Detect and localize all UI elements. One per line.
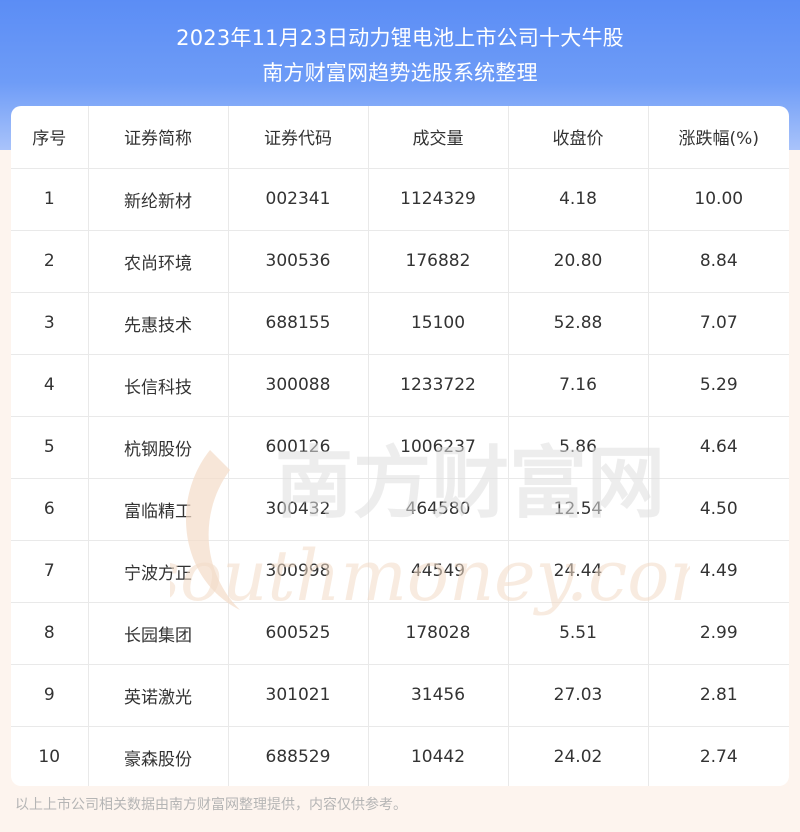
table-row: 7 宁波方正 300998 44549 24.44 4.49	[11, 540, 789, 603]
table-cell: 2.99	[648, 602, 789, 665]
table-cell: 5.29	[648, 354, 789, 417]
table-cell: 1233722	[368, 354, 509, 417]
table-cell: 2.81	[648, 664, 789, 727]
table-cell: 7.16	[508, 354, 649, 417]
table-cell: 4.49	[648, 540, 789, 603]
table-cell: 1	[11, 168, 89, 231]
table-cell: 52.88	[508, 292, 649, 355]
table-cell: 4.50	[648, 478, 789, 541]
stock-table: 序号 证券简称 证券代码 成交量 收盘价 涨跌幅(%) 1 新纶新材 002341 1…	[11, 106, 789, 786]
table-cell: 4.18	[508, 168, 649, 231]
table-cell: 600525	[228, 602, 369, 665]
table-cell: 15100	[368, 292, 509, 355]
column-header: 涨跌幅(%)	[648, 106, 789, 169]
table-cell: 178028	[368, 602, 509, 665]
table-cell: 4	[11, 354, 89, 417]
table-cell: 2.74	[699, 747, 738, 768]
table-row: 10 豪森股份 688529 10442 24.02 2.74	[11, 726, 789, 786]
table-row: 6 富临精工 300432 464580 12.54 4.50	[11, 478, 789, 541]
table-cell: 10442	[368, 726, 509, 786]
table-cell: 4.64	[648, 416, 789, 479]
table-row: 3 先惠技术 688155 15100 52.88 7.07	[11, 292, 789, 355]
table-header-row: 序号 证券简称 证券代码 成交量 收盘价 涨跌幅(%)	[11, 106, 789, 169]
table-cell: 24.02	[508, 726, 649, 786]
table-cell: 5	[11, 416, 89, 479]
column-header: 序号	[11, 106, 89, 169]
table-cell: 长园集团	[88, 602, 229, 665]
table-cell: 300998	[228, 540, 369, 603]
column-header: 收盘价	[508, 106, 649, 169]
table-cell: 宁波方正	[88, 540, 229, 603]
table-cell: 8	[11, 602, 89, 665]
table-cell: 301021	[228, 664, 369, 727]
table-cell: 6	[11, 478, 89, 541]
table-card: 序号 证券简称 证券代码 成交量 收盘价 涨跌幅(%) 1 新纶新材 002341 1…	[11, 106, 789, 786]
table-cell: 300432	[228, 478, 369, 541]
table-cell: 44549	[368, 540, 509, 603]
footer-note: 以上上市公司相关数据由南方财富网整理提供，内容仅供参考。	[15, 797, 407, 813]
table-cell: 176882	[368, 230, 509, 293]
table-cell: 600126	[228, 416, 369, 479]
page-title: 2023年11月23日动力锂电池上市公司十大牛股	[176, 26, 624, 50]
table-cell: 富临精工	[88, 478, 229, 541]
column-header: 证券代码	[228, 106, 369, 169]
table-cell: 24.44	[508, 540, 649, 603]
table-cell: 长信科技	[88, 354, 229, 417]
table-cell: 10	[11, 726, 89, 786]
table-cell: 5.51	[508, 602, 649, 665]
table-cell: 英诺激光	[88, 664, 229, 727]
table-row: 8 长园集团 600525 178028 5.51 2.99	[11, 602, 789, 665]
table-cell: 8.84	[648, 230, 789, 293]
table-cell: 先惠技术	[88, 292, 229, 355]
table-cell: 7.07	[648, 292, 789, 355]
page-subtitle: 南方财富网趋势选股系统整理	[262, 61, 538, 85]
table-cell: 12.54	[508, 478, 649, 541]
table-row: 2 农尚环境 300536 176882 20.80 8.84	[11, 230, 789, 293]
table-cell: 688155	[228, 292, 369, 355]
table-cell: 5.86	[508, 416, 649, 479]
table-cell: 豪森股份	[88, 726, 229, 786]
column-header: 证券简称	[88, 106, 229, 169]
table-cell: 688529	[228, 726, 369, 786]
table-row: 4 长信科技 300088 1233722 7.16 5.29	[11, 354, 789, 417]
table-cell: 杭钢股份	[88, 416, 229, 479]
table-cell: 9	[11, 664, 89, 727]
column-header: 成交量	[368, 106, 509, 169]
table-cell: 20.80	[508, 230, 649, 293]
table-cell: 3	[11, 292, 89, 355]
table-cell: 464580	[368, 478, 509, 541]
table-cell: 7	[11, 540, 89, 603]
table-cell: 27.03	[508, 664, 649, 727]
table-cell: 新纶新材	[88, 168, 229, 231]
table-cell: 农尚环境	[88, 230, 229, 293]
table-cell: 300536	[228, 230, 369, 293]
table-cell: 1124329	[368, 168, 509, 231]
table-cell: 31456	[368, 664, 509, 727]
table-row: 9 英诺激光 301021 31456 27.03 2.81	[11, 664, 789, 727]
table-cell: 2	[11, 230, 89, 293]
table-cell: 300088	[228, 354, 369, 417]
table-row: 1 新纶新材 002341 1124329 4.18 10.00	[11, 168, 789, 231]
table-cell: 002341	[228, 168, 369, 231]
table-cell: 10.00	[648, 168, 789, 231]
table-cell: 1006237	[368, 416, 509, 479]
table-row: 5 杭钢股份 600126 1006237 5.86 4.64	[11, 416, 789, 479]
